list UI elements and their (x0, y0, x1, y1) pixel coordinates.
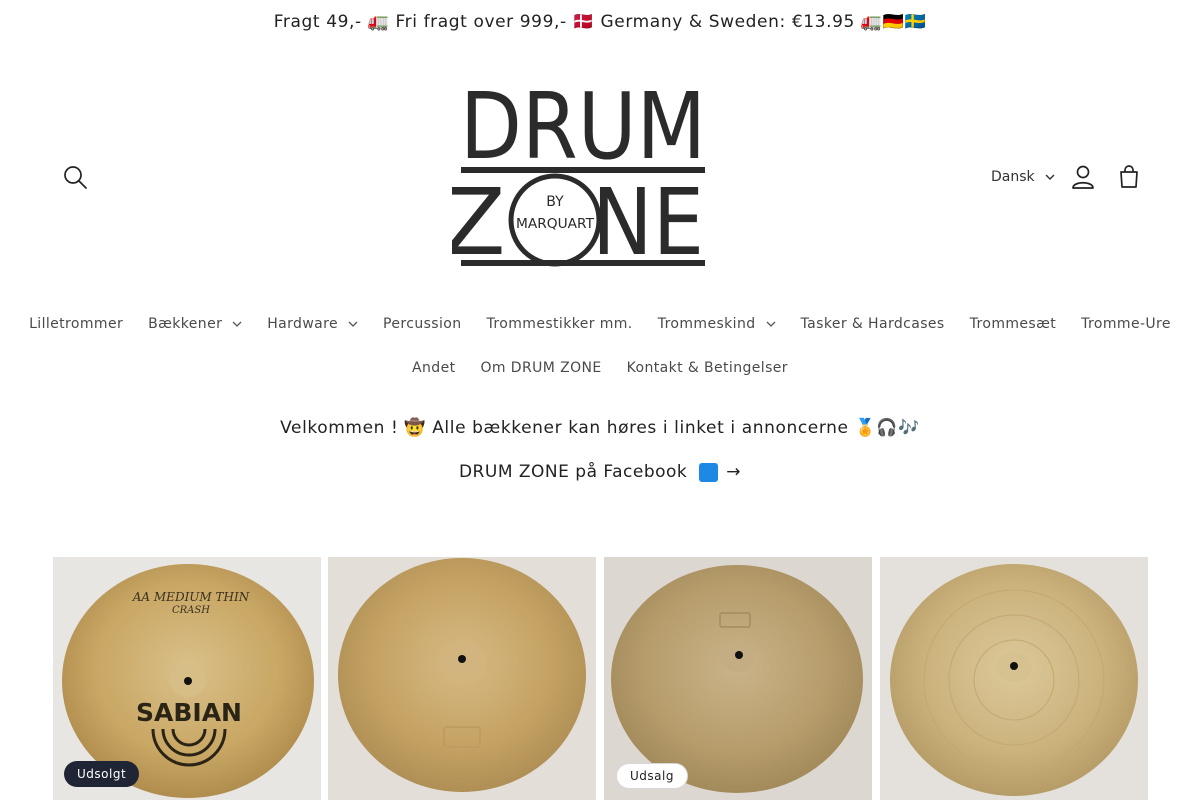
main-nav-row-1: Lilletrommer Bækkener Hardware Percussio… (0, 312, 1200, 336)
arrow-right-icon: → (726, 462, 742, 482)
nav-label: Lilletrommer (29, 316, 124, 332)
announcement-text: Fragt 49,- 🚛 Fri fragt over 999,- 🇩🇰 Ger… (273, 12, 927, 32)
chevron-down-icon (348, 321, 358, 327)
logo-badge-marquart: MARQUART (516, 217, 594, 232)
product-card[interactable] (880, 557, 1148, 800)
nav-item-baekkener[interactable]: Bækkener (136, 316, 255, 332)
nav-item-percussion[interactable]: Percussion (371, 316, 475, 332)
product-grid: AA MEDIUM THIN CRASH SABIAN Udsolgt Udsa… (53, 557, 1148, 800)
nav-label: Hardware (267, 316, 339, 332)
nav-label: Tasker & Hardcases (800, 316, 945, 332)
nav-item-tromme-ure[interactable]: Tromme-Ure (1069, 316, 1184, 332)
product-card[interactable]: Udsalg (604, 557, 872, 800)
account-icon[interactable] (1068, 162, 1098, 192)
product-card[interactable]: AA MEDIUM THIN CRASH SABIAN Udsolgt (53, 557, 321, 800)
product-card[interactable] (328, 557, 596, 800)
nav-label: Trommeskind (657, 316, 756, 332)
nav-label: Andet (412, 360, 456, 376)
logo-line1: DRUM (460, 80, 706, 180)
cymbal-brand-text: SABIAN (136, 698, 242, 727)
chevron-down-icon (1045, 174, 1055, 180)
nav-item-andet[interactable]: Andet (400, 360, 468, 376)
site-logo[interactable]: DRUM Z BY MARQUART NE (442, 73, 714, 276)
product-image (880, 557, 1148, 800)
nav-label: Percussion (383, 316, 462, 332)
status-badge: Udsolgt (64, 761, 140, 787)
search-icon[interactable] (60, 162, 92, 194)
facebook-link[interactable]: DRUM ZONE på Facebook → (0, 462, 1200, 482)
language-label: Dansk (991, 169, 1035, 185)
nav-item-hardware[interactable]: Hardware (255, 316, 371, 332)
chevron-down-icon (232, 321, 242, 327)
cymbal-type-text: CRASH (172, 605, 210, 616)
nav-label: Kontakt & Betingelser (626, 360, 788, 376)
logo-badge-by: BY (546, 194, 564, 210)
welcome-text: Velkommen ! 🤠 Alle bækkener kan høres i … (280, 418, 920, 438)
nav-item-trommeskind[interactable]: Trommeskind (645, 316, 788, 332)
logo-line2-left: Z (452, 169, 506, 276)
chevron-down-icon (766, 321, 775, 327)
main-nav-row-2: Andet Om DRUM ZONE Kontakt & Betingelser (0, 356, 1200, 380)
nav-item-trommestikker[interactable]: Trommestikker mm. (474, 316, 645, 332)
facebook-link-label: DRUM ZONE på Facebook (458, 462, 688, 482)
nav-label: Trommesæt (969, 316, 1057, 332)
nav-item-lilletrommer[interactable]: Lilletrommer (17, 316, 136, 332)
language-selector[interactable]: Dansk (991, 164, 1055, 190)
nav-item-tasker-hardcases[interactable]: Tasker & Hardcases (788, 316, 957, 332)
nav-label: Om DRUM ZONE (480, 360, 602, 376)
announcement-bar: Fragt 49,- 🚛 Fri fragt over 999,- 🇩🇰 Ger… (0, 0, 1200, 44)
cymbal-model-text: AA MEDIUM THIN (132, 590, 250, 604)
nav-item-om-drum-zone[interactable]: Om DRUM ZONE (468, 360, 614, 376)
blue-square-icon (699, 462, 719, 482)
nav-label: Trommestikker mm. (486, 316, 633, 332)
nav-label: Tromme-Ure (1081, 316, 1171, 332)
status-badge: Udsalg (616, 763, 688, 789)
cart-icon[interactable] (1114, 162, 1144, 192)
logo-line2-right: NE (592, 169, 704, 276)
product-image (328, 557, 596, 800)
nav-label: Bækkener (148, 316, 223, 332)
nav-item-trommesaet[interactable]: Trommesæt (957, 316, 1069, 332)
nav-item-kontakt-betingelser[interactable]: Kontakt & Betingelser (614, 360, 800, 376)
